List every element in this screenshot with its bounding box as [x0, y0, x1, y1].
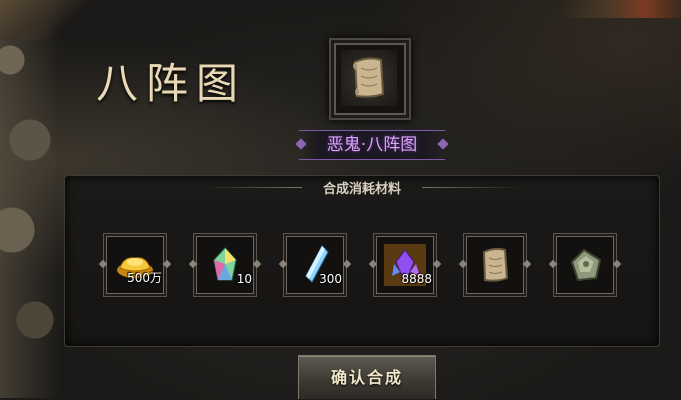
scroll-icon [472, 242, 518, 288]
corner-decoration [0, 0, 90, 40]
material-quantity: 10 [236, 272, 252, 286]
material-quantity: 300 [319, 272, 342, 286]
material-slot[interactable]: 500万 [103, 233, 167, 297]
materials-header: 合成消耗材料 [65, 178, 659, 197]
page-title: 八阵图 [96, 59, 247, 108]
material-slot[interactable] [553, 233, 617, 297]
material-slot[interactable]: 300 [283, 233, 347, 297]
result-item-slot[interactable] [329, 38, 411, 120]
scroll-icon [341, 50, 397, 106]
item-name: 恶鬼·八阵图 [326, 135, 418, 155]
jade-fragment-icon [562, 242, 608, 288]
confirm-synthesis-button[interactable]: 确认合成 [298, 355, 436, 399]
rock-decoration [0, 0, 60, 398]
material-slot[interactable] [463, 233, 527, 297]
divider [202, 187, 302, 188]
item-name-banner: 恶鬼·八阵图 [299, 130, 445, 160]
corner-decoration [561, 0, 681, 18]
materials-title: 合成消耗材料 [322, 182, 401, 197]
materials-panel: 合成消耗材料 500万 10 300 8888 [64, 175, 660, 347]
divider [422, 187, 522, 188]
material-slot[interactable]: 8888 [373, 233, 437, 297]
material-quantity: 500万 [127, 271, 162, 285]
material-slot[interactable]: 10 [193, 233, 257, 297]
material-quantity: 8888 [401, 272, 432, 286]
